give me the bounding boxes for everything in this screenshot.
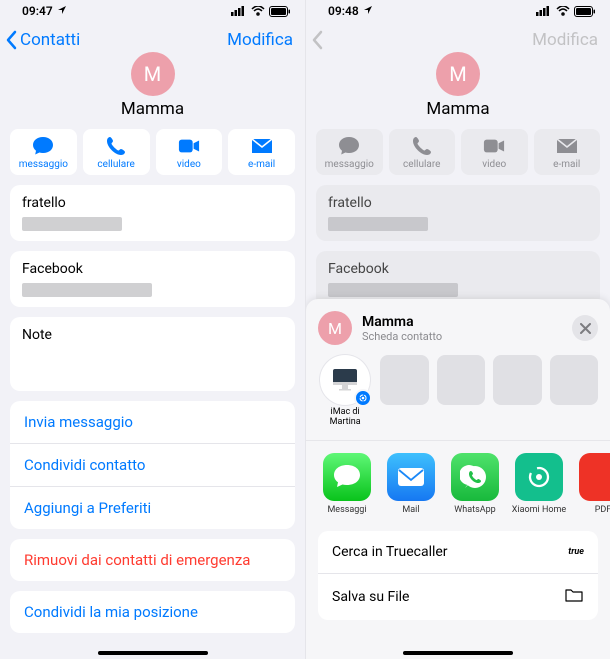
redacted-value [328, 217, 428, 231]
sheet-action-list: Cerca in Truecallertrue Salva su File [318, 531, 598, 620]
edit-button[interactable]: Modifica [532, 30, 598, 50]
airdrop-target[interactable]: iMac di Martina [318, 355, 372, 428]
row-remove-emergency[interactable]: Rimuovi dai contatti di emergenza [10, 539, 295, 581]
call-button[interactable]: cellulare [83, 129, 150, 175]
app-xiaomi[interactable]: Xiaomi Home [514, 453, 564, 515]
action-list-3: Condividi la mia posizione [10, 591, 295, 633]
phone-icon [105, 135, 127, 157]
airdrop-label: iMac di Martina [318, 408, 372, 428]
close-button[interactable] [572, 315, 598, 341]
redacted-value [328, 283, 458, 297]
field-note[interactable]: Note [10, 317, 295, 391]
message-button[interactable]: messaggio [10, 129, 77, 175]
imac-icon [330, 367, 360, 393]
call-button[interactable]: cellulare [389, 129, 456, 175]
redacted-value [22, 217, 122, 231]
app-messages[interactable]: Messaggi [322, 453, 372, 515]
field-brother[interactable]: fratello [10, 185, 295, 241]
messages-icon [332, 463, 362, 491]
status-bar: 09:48 [306, 0, 610, 20]
whatsapp-icon [460, 462, 490, 492]
video-icon [483, 135, 505, 157]
folder-icon [564, 587, 584, 607]
contact-name: Mamma [306, 99, 610, 119]
action-list-2: Rimuovi dai contatti di emergenza [10, 539, 295, 581]
nav-bar: Modifica [306, 20, 610, 52]
home-indicator[interactable] [403, 651, 513, 655]
chevron-left-icon [6, 30, 18, 50]
sheet-title: Mamma [362, 314, 562, 330]
action-list-1: Invia messaggio Condividi contatto Aggiu… [10, 401, 295, 529]
avatar[interactable]: M [131, 52, 175, 96]
message-icon [32, 135, 54, 157]
action-row: messaggio cellulare video e-mail [0, 129, 305, 185]
xiaomi-icon [526, 464, 552, 490]
app-whatsapp[interactable]: WhatsApp [450, 453, 500, 515]
status-icons [536, 6, 596, 17]
screen-left: 09:47 Contatti Modifica M Mamma messaggi… [0, 0, 305, 659]
action-row: messaggio cellulare video e-mail [306, 129, 610, 185]
row-save-files[interactable]: Salva su File [318, 574, 598, 620]
row-add-favorites[interactable]: Aggiungi a Preferiti [10, 487, 295, 529]
mail-icon [556, 135, 578, 157]
airdrop-placeholder [437, 355, 485, 405]
chevron-left-icon [312, 30, 324, 50]
message-button[interactable]: messaggio [316, 129, 383, 175]
mail-button[interactable]: e-mail [534, 129, 601, 175]
app-mail[interactable]: Mail [386, 453, 436, 515]
message-icon [338, 135, 360, 157]
field-facebook[interactable]: Facebook [10, 251, 295, 307]
back-label: Contatti [20, 30, 80, 50]
row-truecaller[interactable]: Cerca in Truecallertrue [318, 531, 598, 574]
location-icon [57, 4, 67, 18]
back-button[interactable]: Contatti [6, 30, 80, 50]
avatar[interactable]: M [436, 52, 480, 96]
field-brother[interactable]: fratello [316, 185, 600, 241]
status-time: 09:47 [22, 4, 53, 18]
nav-bar: Contatti Modifica [0, 20, 305, 52]
home-indicator[interactable] [98, 651, 208, 655]
video-button[interactable]: video [156, 129, 223, 175]
mail-button[interactable]: e-mail [228, 129, 295, 175]
row-send-message[interactable]: Invia messaggio [10, 401, 295, 444]
status-time: 09:48 [328, 4, 359, 18]
video-icon [178, 135, 200, 157]
sheet-subtitle: Scheda contatto [362, 330, 562, 343]
airdrop-placeholder [380, 355, 428, 405]
status-bar: 09:47 [0, 0, 305, 20]
truecaller-icon: true [568, 547, 584, 557]
airdrop-placeholder [493, 355, 541, 405]
airdrop-icon [354, 389, 372, 407]
mail-icon [396, 466, 426, 488]
airdrop-row: iMac di Martina [306, 355, 610, 441]
phone-icon [411, 135, 433, 157]
back-button[interactable] [312, 30, 324, 50]
sheet-header: M Mamma Scheda contatto [306, 299, 610, 355]
share-sheet: M Mamma Scheda contatto iMac di Martina … [306, 299, 610, 659]
mail-icon [251, 135, 273, 157]
sheet-avatar: M [318, 311, 352, 345]
redacted-value [22, 283, 152, 297]
row-share-location[interactable]: Condividi la mia posizione [10, 591, 295, 633]
app-pdf[interactable]: PDF [578, 453, 610, 515]
status-icons [231, 6, 291, 17]
airdrop-placeholder [550, 355, 598, 405]
row-share-contact[interactable]: Condividi contatto [10, 444, 295, 487]
location-icon [363, 4, 373, 18]
contact-name: Mamma [0, 99, 305, 119]
screen-right: 09:48 Modifica M Mamma messaggio cellula… [305, 0, 610, 659]
edit-button[interactable]: Modifica [227, 30, 293, 50]
video-button[interactable]: video [461, 129, 528, 175]
share-apps-row: Messaggi Mail WhatsApp Xiaomi Home PDF [306, 441, 610, 525]
close-icon [580, 323, 591, 334]
